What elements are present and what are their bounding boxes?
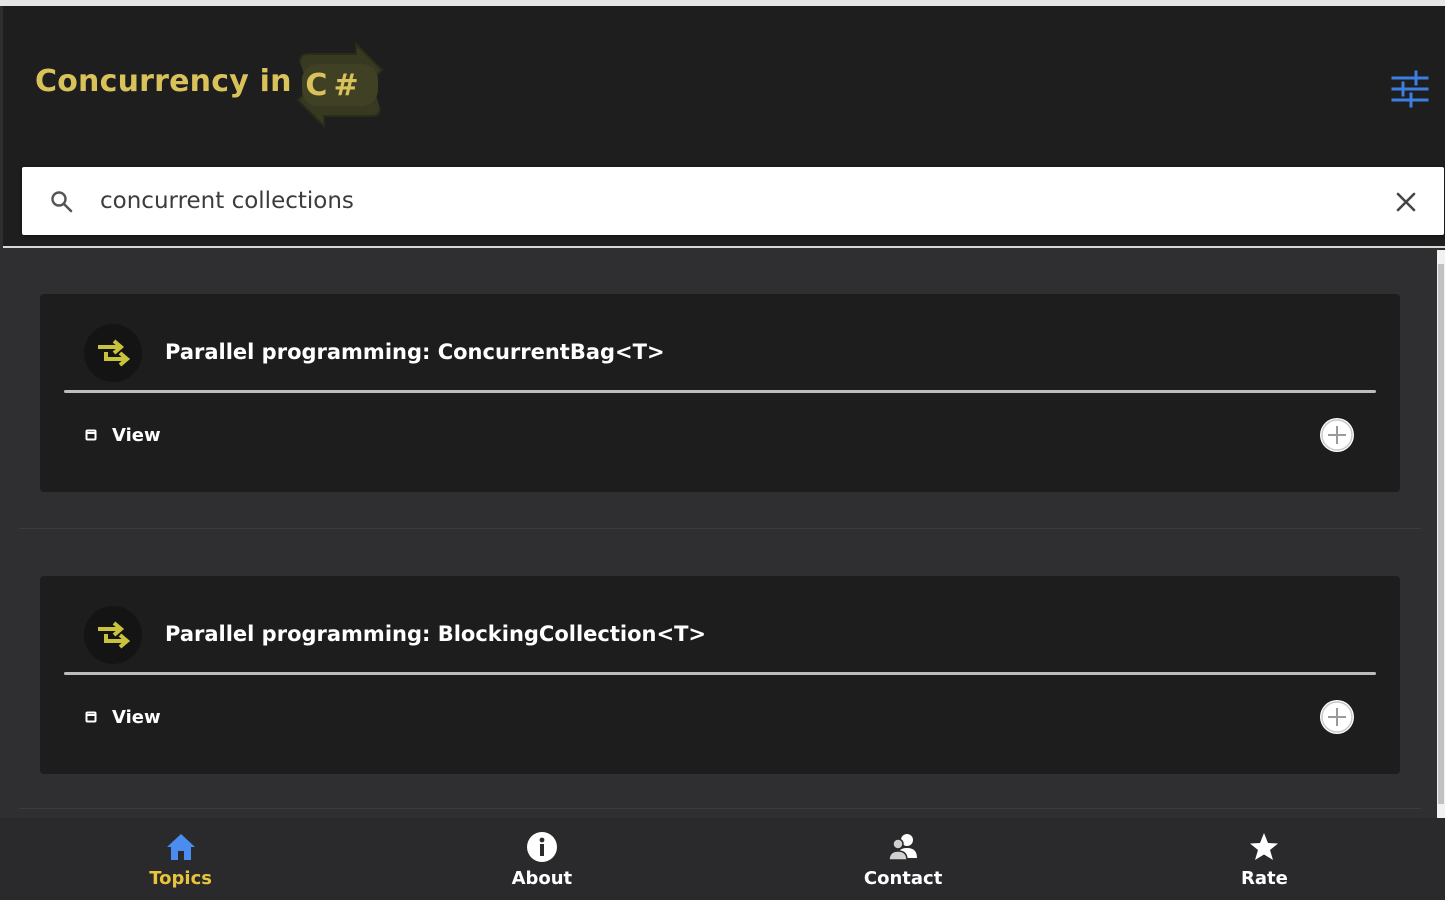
results-list[interactable]: Parallel programming: ConcurrentBag<T> V…: [3, 250, 1437, 818]
topic-avatar: [84, 606, 142, 664]
view-label: View: [112, 424, 161, 446]
plus-circle-icon: [1321, 419, 1353, 451]
card-divider: [64, 672, 1376, 675]
plus-circle-icon: [1321, 701, 1353, 733]
logo-text: C#: [305, 68, 365, 103]
result-card[interactable]: Parallel programming: BlockingCollection…: [40, 576, 1400, 774]
nav-rate[interactable]: Rate: [1084, 818, 1445, 900]
app-window: Concurrency in C# concurrent collections…: [0, 0, 1445, 900]
view-button[interactable]: View: [84, 704, 161, 730]
nav-contact[interactable]: Contact: [723, 818, 1084, 900]
document-icon: [85, 711, 97, 723]
bottom-navigation: Topics About Contact Rate: [0, 818, 1445, 900]
search-bar: [22, 167, 1444, 235]
swap-arrows-icon: [98, 621, 130, 649]
add-button[interactable]: [1320, 418, 1354, 452]
topic-avatar: [84, 324, 142, 382]
nav-label: About: [511, 868, 573, 889]
app-header: Concurrency in C#: [3, 6, 1445, 248]
nav-label: Rate: [1240, 868, 1288, 889]
search-icon: [51, 191, 73, 213]
nav-label: Topics: [149, 868, 212, 889]
contact-icon: [888, 834, 918, 861]
app-title: Concurrency in: [35, 64, 292, 99]
view-label: View: [112, 706, 161, 728]
nav-topics[interactable]: Topics: [0, 818, 361, 900]
star-icon: [1250, 833, 1279, 860]
swap-arrows-icon: [98, 339, 130, 367]
csharp-logo: C#: [290, 42, 390, 128]
nav-label: Contact: [863, 868, 943, 889]
scrollbar[interactable]: [1437, 250, 1445, 818]
add-button[interactable]: [1320, 700, 1354, 734]
sliders-icon: [1391, 70, 1429, 108]
scrollbar-thumb[interactable]: [1438, 264, 1444, 804]
result-title[interactable]: Parallel programming: BlockingCollection…: [165, 622, 706, 646]
home-icon: [166, 834, 195, 860]
search-input[interactable]: [100, 179, 1380, 223]
card-divider: [64, 390, 1376, 393]
list-separator: [19, 808, 1421, 809]
document-icon: [85, 429, 97, 441]
info-icon: [526, 832, 557, 862]
result-card[interactable]: Parallel programming: ConcurrentBag<T> V…: [40, 294, 1400, 492]
nav-about[interactable]: About: [361, 818, 722, 900]
filter-settings-button[interactable]: [1389, 68, 1431, 110]
view-button[interactable]: View: [84, 422, 161, 448]
close-icon[interactable]: [1393, 189, 1419, 215]
list-separator: [19, 528, 1421, 529]
result-title[interactable]: Parallel programming: ConcurrentBag<T>: [165, 340, 665, 364]
